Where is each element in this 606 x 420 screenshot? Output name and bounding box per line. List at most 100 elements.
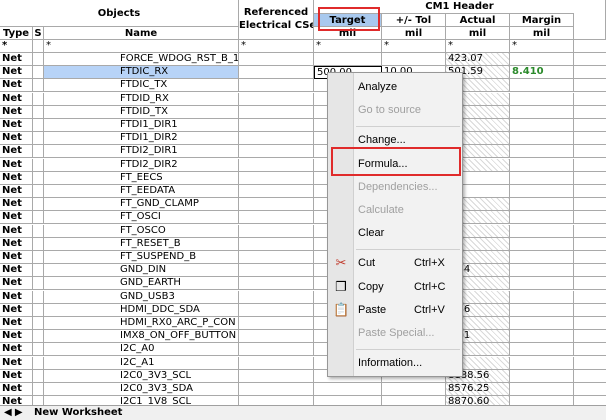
cset-cell[interactable] [239, 185, 314, 198]
extra-cell[interactable] [574, 225, 606, 238]
margin-cell[interactable] [510, 277, 574, 291]
margin-header[interactable]: Margin [510, 14, 574, 27]
extra-cell[interactable] [574, 66, 606, 80]
status-cell[interactable] [33, 92, 44, 106]
type-header[interactable]: Type [0, 27, 33, 40]
target-cell[interactable] [314, 383, 382, 396]
table-row[interactable]: NetIMX8_ON_OFF_BUTTON4.01 [0, 330, 606, 344]
status-cell[interactable] [33, 119, 44, 132]
margin-cell[interactable] [510, 145, 574, 159]
margin-cell[interactable] [510, 343, 574, 357]
margin-cell[interactable]: 8.410 [510, 66, 574, 80]
margin-cell[interactable] [510, 303, 574, 317]
cset-cell[interactable] [239, 343, 314, 357]
cset-cell[interactable] [239, 145, 314, 159]
type-cell[interactable]: Net [0, 92, 33, 106]
extra-cell[interactable] [574, 370, 606, 383]
table-row[interactable]: Net FORCE_WDOG_RST_B_1V8 423.07 [0, 53, 606, 66]
type-cell[interactable]: Net [0, 145, 33, 159]
margin-cell[interactable] [510, 383, 574, 396]
status-cell[interactable] [33, 369, 44, 383]
extra-cell[interactable] [574, 93, 606, 106]
type-cell[interactable]: Net [0, 211, 33, 225]
type-cell[interactable]: Net [0, 224, 33, 238]
status-cell[interactable] [33, 356, 44, 370]
table-row[interactable]: NetHDMI_DDC_SDA6.36 [0, 303, 606, 317]
extra-cell[interactable] [574, 106, 606, 119]
status-cell[interactable] [33, 303, 44, 317]
menu-item-dependencies[interactable]: Dependencies... [328, 177, 462, 197]
table-row[interactable]: NetFT_SUSPEND_B54 [0, 251, 606, 264]
extra-cell[interactable] [574, 132, 606, 146]
type-cell[interactable]: Net [0, 303, 33, 317]
cset-cell[interactable] [239, 290, 314, 304]
type-cell[interactable]: Net [0, 198, 33, 212]
status-cell[interactable] [33, 79, 44, 93]
table-row[interactable]: NetGND_EARTH59 [0, 277, 606, 291]
type-cell[interactable]: Net [0, 369, 33, 383]
cset-cell[interactable] [239, 171, 314, 185]
cset-cell[interactable] [239, 303, 314, 317]
filter-type[interactable]: * [0, 40, 33, 53]
type-cell[interactable]: Net [0, 185, 33, 198]
type-cell[interactable]: Net [0, 53, 33, 66]
name-cell[interactable]: FT_EEDATA [44, 185, 239, 198]
name-cell[interactable]: I2C_A0 [44, 343, 239, 357]
status-cell[interactable] [33, 132, 44, 146]
type-cell[interactable]: Net [0, 132, 33, 146]
menu-item-information[interactable]: Information... [328, 353, 462, 373]
cset-cell[interactable] [239, 369, 314, 383]
margin-cell[interactable] [510, 237, 574, 251]
menu-item-copy[interactable]: ❐ Copy Ctrl+C [328, 277, 462, 297]
status-cell[interactable] [33, 343, 44, 357]
type-cell[interactable]: Net [0, 264, 33, 278]
menu-item-paste[interactable]: 📋 Paste Ctrl+V [328, 300, 462, 320]
status-cell[interactable] [33, 264, 44, 278]
table-row[interactable]: Net FT_EEDATA [0, 185, 606, 198]
extra-cell[interactable] [574, 343, 606, 357]
status-cell[interactable] [33, 185, 44, 198]
cset-cell[interactable] [239, 132, 314, 146]
table-row[interactable]: NetFTDIC_TX38 [0, 79, 606, 93]
table-row[interactable]: NetI2C_A025 [0, 343, 606, 357]
margin-cell[interactable] [510, 290, 574, 304]
table-row[interactable]: Net FT_EECS [0, 171, 606, 185]
type-cell[interactable]: Net [0, 290, 33, 304]
cset-cell[interactable] [239, 158, 314, 172]
name-cell[interactable]: FT_GND_CLAMP [44, 198, 239, 212]
extra-cell[interactable] [574, 53, 606, 66]
margin-cell[interactable] [510, 356, 574, 370]
table-row[interactable]: NetFTDI2_DIR245 [0, 158, 606, 172]
tab-new-worksheet[interactable]: New Worksheet [34, 407, 122, 418]
name-cell[interactable]: FTDI2_DIR1 [44, 145, 239, 159]
extra-cell[interactable] [574, 159, 606, 172]
actual-header[interactable]: Actual [446, 14, 510, 27]
table-row[interactable]: NetFT_OSCO19 [0, 224, 606, 238]
cset-cell[interactable] [239, 79, 314, 93]
status-cell[interactable] [33, 105, 44, 119]
name-cell[interactable]: FTDI1_DIR1 [44, 119, 239, 132]
status-cell[interactable] [33, 158, 44, 172]
type-cell[interactable]: Net [0, 105, 33, 119]
cset-cell[interactable] [239, 66, 314, 80]
cset-cell[interactable] [239, 317, 314, 330]
status-cell[interactable] [33, 251, 44, 264]
name-cell[interactable]: FT_SUSPEND_B [44, 251, 239, 264]
status-cell[interactable] [33, 53, 44, 66]
status-cell[interactable] [33, 66, 44, 80]
type-cell[interactable]: Net [0, 119, 33, 132]
extra-cell[interactable] [574, 198, 606, 212]
extra-cell[interactable] [574, 119, 606, 132]
margin-cell[interactable] [510, 224, 574, 238]
actual-cell[interactable]: 423.07 [446, 53, 510, 66]
target-cell[interactable] [314, 53, 382, 66]
extra-cell[interactable] [574, 211, 606, 225]
menu-item-paste-special[interactable]: Paste Special... [328, 323, 462, 343]
table-row[interactable]: NetFTDIC_RX500.0010.00501.598.410 [0, 66, 606, 80]
extra-cell[interactable] [574, 79, 606, 93]
extra-cell[interactable] [574, 145, 606, 159]
type-cell[interactable]: Net [0, 317, 33, 330]
menu-item-cut[interactable]: ✂ Cut Ctrl+X [328, 253, 462, 273]
name-cell[interactable]: FTDIC_TX [44, 79, 239, 93]
name-cell[interactable]: I2C0_3V3_SCL [44, 369, 239, 383]
